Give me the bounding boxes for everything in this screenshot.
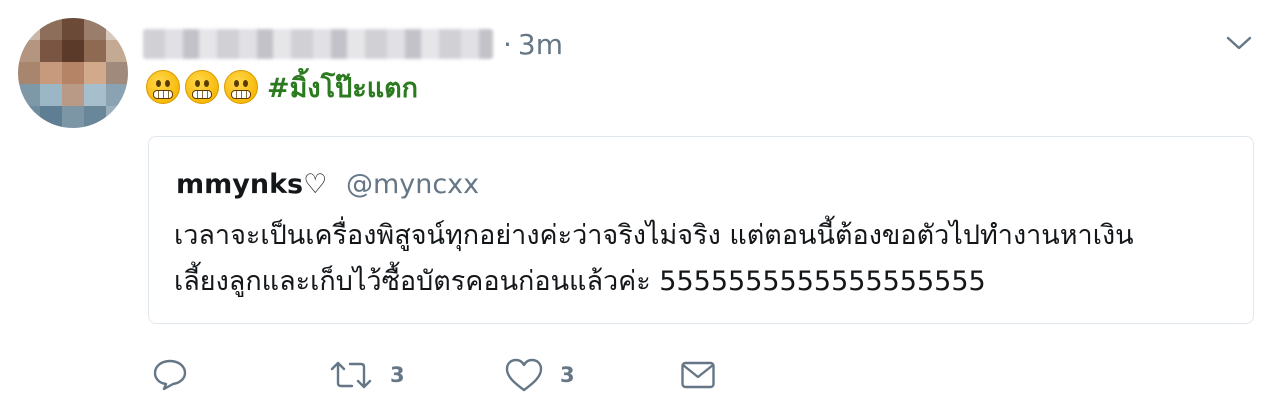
like-button[interactable]: 3 (504, 357, 680, 393)
author-name-redacted[interactable] (143, 29, 493, 59)
timestamp[interactable]: 3m (518, 28, 563, 61)
tweet-header: · 3m (143, 24, 563, 64)
tweet[interactable]: · 3m #มิ้งโป๊ะแตก mmynks♡ @myncxx เวลาจะ… (0, 0, 1280, 409)
heart-icon (505, 358, 543, 392)
direct-message-button[interactable] (680, 360, 716, 390)
reply-button[interactable] (152, 358, 328, 392)
quoted-tweet-text: เวลาจะเป็นเครื่องพิสูจน์ทุกอย่างค่ะว่าจร… (174, 213, 1234, 305)
quoted-tweet[interactable]: mmynks♡ @myncxx เวลาจะเป็นเครื่องพิสูจน์… (148, 136, 1254, 324)
quoted-author-handle: @myncxx (345, 169, 480, 200)
quoted-author-heart: ♡ (303, 169, 328, 200)
separator: · (503, 27, 512, 61)
quoted-text-line: เวลาจะเป็นเครื่องพิสูจน์ทุกอย่างค่ะว่าจร… (174, 220, 1134, 251)
retweet-button[interactable]: 3 (328, 359, 504, 391)
quoted-text-line: เลี้ยงลูกและเก็บไว้ซื้อบัตรคอนก่อนแล้วค่… (174, 266, 986, 297)
tweet-text: #มิ้งโป๊ะแตก (146, 66, 418, 108)
retweet-icon (330, 361, 372, 389)
like-count: 3 (560, 363, 575, 387)
retweet-count: 3 (390, 363, 405, 387)
quoted-tweet-header: mmynks♡ @myncxx (176, 169, 479, 200)
grimacing-face-icon (185, 70, 219, 104)
envelope-icon (681, 361, 715, 389)
tweet-actions: 3 3 (152, 352, 716, 398)
avatar[interactable] (18, 18, 128, 128)
chevron-down-icon[interactable] (1224, 28, 1254, 58)
grimacing-face-icon (146, 70, 180, 104)
quoted-author-name: mmynks (176, 169, 304, 200)
hashtag-link[interactable]: #มิ้งโป๊ะแตก (267, 66, 418, 109)
grimacing-face-icon (224, 70, 258, 104)
reply-icon (153, 359, 187, 391)
